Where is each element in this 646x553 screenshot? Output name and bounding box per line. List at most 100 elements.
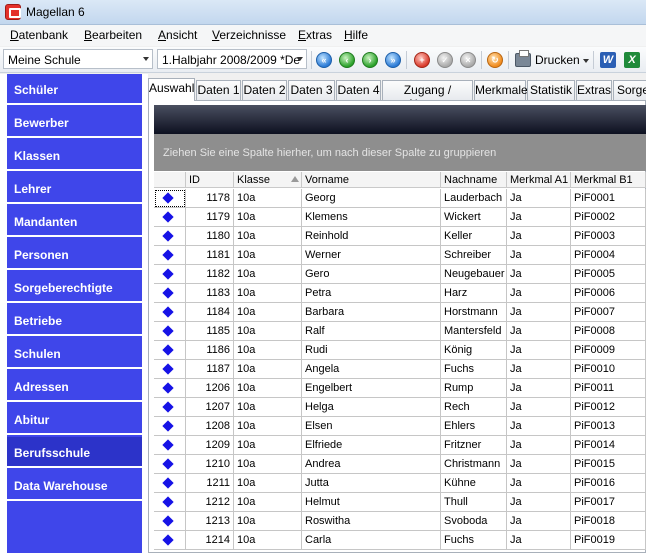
row-indicator[interactable]	[154, 322, 186, 341]
cell-id: 1182	[186, 265, 234, 284]
sidebar-item-sorgeberechtigte[interactable]: Sorgeberechtigte	[7, 272, 142, 303]
tab-merkmale[interactable]: Merkmale	[474, 80, 528, 100]
chevron-down-icon[interactable]	[583, 59, 589, 63]
column-header-nachname[interactable]: Nachname	[441, 172, 507, 188]
menu-ansicht[interactable]: Ansicht	[158, 28, 197, 42]
column-header-id[interactable]: ID	[186, 172, 234, 188]
row-indicator[interactable]	[154, 379, 186, 398]
tab-statistik[interactable]: Statistik	[527, 80, 575, 100]
row-indicator[interactable]	[154, 246, 186, 265]
sidebar-item-schulen[interactable]: Schulen	[7, 338, 142, 369]
sidebar-item-lehrer[interactable]: Lehrer	[7, 173, 142, 204]
sidebar-item-abitur[interactable]: Abitur	[7, 404, 142, 435]
cancel-button[interactable]: ×	[460, 52, 476, 68]
table-row[interactable]: 1179 10a Klemens Wickert Ja PiF0002	[154, 208, 646, 227]
table-row[interactable]: 1184 10a Barbara Horstmann Ja PiF0007	[154, 303, 646, 322]
row-status-icon	[162, 325, 174, 337]
table-row[interactable]: 1211 10a Jutta Kühne Ja PiF0016	[154, 474, 646, 493]
sidebar-item-klassen[interactable]: Klassen	[7, 140, 142, 171]
confirm-button[interactable]: ✓	[437, 52, 453, 68]
printer-icon[interactable]	[515, 50, 531, 67]
row-indicator[interactable]	[154, 436, 186, 455]
table-row[interactable]: 1186 10a Rudi König Ja PiF0009	[154, 341, 646, 360]
sidebar-item-betriebe[interactable]: Betriebe	[7, 305, 142, 336]
cell-vorname: Barbara	[302, 303, 441, 322]
cell-klasse: 10a	[234, 227, 302, 246]
table-row[interactable]: 1207 10a Helga Rech Ja PiF0012	[154, 398, 646, 417]
table-row[interactable]: 1210 10a Andrea Christmann Ja PiF0015	[154, 455, 646, 474]
print-button[interactable]: Drucken	[535, 53, 580, 67]
menu-datenbank[interactable]: Datenbank	[10, 28, 68, 42]
cell-nachname: Kühne	[441, 474, 507, 493]
first-record-button[interactable]: «	[316, 52, 332, 68]
group-by-area[interactable]: Ziehen Sie eine Spalte hierher, um nach …	[154, 134, 646, 171]
add-record-button[interactable]: +	[414, 52, 430, 68]
row-indicator[interactable]	[154, 493, 186, 512]
last-record-button[interactable]: »	[385, 52, 401, 68]
tab-daten-4[interactable]: Daten 4	[336, 80, 381, 100]
menu-bearbeiten[interactable]: Bearbeiten	[84, 28, 142, 42]
tab-daten-1[interactable]: Daten 1	[196, 80, 241, 100]
menu-verzeichnisse[interactable]: Verzeichnisse	[212, 28, 286, 42]
excel-icon[interactable]: X	[624, 52, 640, 68]
sidebar-item-bewerber[interactable]: Bewerber	[7, 107, 142, 138]
tab-daten-2[interactable]: Daten 2	[242, 80, 287, 100]
refresh-button[interactable]: ↻	[487, 52, 503, 68]
row-indicator[interactable]	[154, 303, 186, 322]
tab-sorge[interactable]: Sorge	[613, 80, 646, 100]
tab-daten-3[interactable]: Daten 3	[288, 80, 335, 100]
row-indicator[interactable]	[154, 531, 186, 550]
sidebar-item-schueler[interactable]: Schüler	[7, 74, 142, 105]
row-indicator[interactable]	[154, 284, 186, 303]
table-row[interactable]: 1180 10a Reinhold Keller Ja PiF0003	[154, 227, 646, 246]
sidebar-item-personen[interactable]: Personen	[7, 239, 142, 270]
school-select[interactable]: Meine Schule	[3, 49, 153, 69]
column-header-merkmal-a1[interactable]: Merkmal A1	[507, 172, 571, 188]
tab-auswahl[interactable]: Auswahl	[148, 78, 195, 101]
previous-record-button[interactable]: ‹	[339, 52, 355, 68]
tab-extras[interactable]: Extras	[576, 80, 612, 100]
column-header-vorname[interactable]: Vorname	[302, 172, 441, 188]
row-indicator[interactable]	[154, 227, 186, 246]
row-indicator[interactable]	[154, 208, 186, 227]
period-select[interactable]: 1.Halbjahr 2008/2009 *De	[157, 49, 307, 69]
cell-vorname: Werner	[302, 246, 441, 265]
row-indicator[interactable]	[154, 398, 186, 417]
row-indicator[interactable]	[154, 341, 186, 360]
table-row[interactable]: 1209 10a Elfriede Fritzner Ja PiF0014	[154, 436, 646, 455]
menu-extras[interactable]: Extras	[298, 28, 332, 42]
cell-klasse: 10a	[234, 303, 302, 322]
cell-id: 1211	[186, 474, 234, 493]
row-indicator[interactable]	[154, 455, 186, 474]
table-row[interactable]: 1206 10a Engelbert Rump Ja PiF0011	[154, 379, 646, 398]
table-row[interactable]: 1208 10a Elsen Ehlers Ja PiF0013	[154, 417, 646, 436]
word-icon[interactable]: W	[600, 52, 616, 68]
next-record-button[interactable]: ›	[362, 52, 378, 68]
table-row[interactable]: 1183 10a Petra Harz Ja PiF0006	[154, 284, 646, 303]
sidebar-item-data-warehouse[interactable]: Data Warehouse	[7, 470, 142, 501]
table-row[interactable]: 1181 10a Werner Schreiber Ja PiF0004	[154, 246, 646, 265]
sidebar-item-adressen[interactable]: Adressen	[7, 371, 142, 402]
sidebar-item-berufsschule[interactable]: Berufsschule	[7, 437, 142, 468]
table-row[interactable]: 1185 10a Ralf Mantersfeld Ja PiF0008	[154, 322, 646, 341]
tab-zugang-abgang[interactable]: Zugang / Abgang	[382, 80, 473, 111]
row-indicator[interactable]	[154, 265, 186, 284]
table-row[interactable]: 1214 10a Carla Fuchs Ja PiF0019	[154, 531, 646, 550]
menu-hilfe[interactable]: Hilfe	[344, 28, 368, 42]
row-indicator[interactable]	[154, 417, 186, 436]
row-indicator[interactable]	[154, 512, 186, 531]
row-indicator[interactable]	[154, 189, 186, 208]
toolbar: Meine Schule 1.Halbjahr 2008/2009 *De « …	[0, 47, 646, 73]
column-header-merkmal-b1[interactable]: Merkmal B1	[571, 172, 646, 188]
menu-label: erzeichnisse	[219, 28, 287, 42]
table-row[interactable]: 1187 10a Angela Fuchs Ja PiF0010	[154, 360, 646, 379]
row-indicator[interactable]	[154, 360, 186, 379]
table-row[interactable]: 1182 10a Gero Neugebauer Ja PiF0005	[154, 265, 646, 284]
cell-merkmal-a1: Ja	[507, 303, 571, 322]
sidebar-item-mandanten[interactable]: Mandanten	[7, 206, 142, 237]
table-row[interactable]: 1212 10a Helmut Thull Ja PiF0017	[154, 493, 646, 512]
table-row[interactable]: 1178 10a Georg Lauderbach Ja PiF0001	[154, 189, 646, 208]
table-row[interactable]: 1213 10a Roswitha Svoboda Ja PiF0018	[154, 512, 646, 531]
row-indicator[interactable]	[154, 474, 186, 493]
cell-merkmal-a1: Ja	[507, 531, 571, 550]
